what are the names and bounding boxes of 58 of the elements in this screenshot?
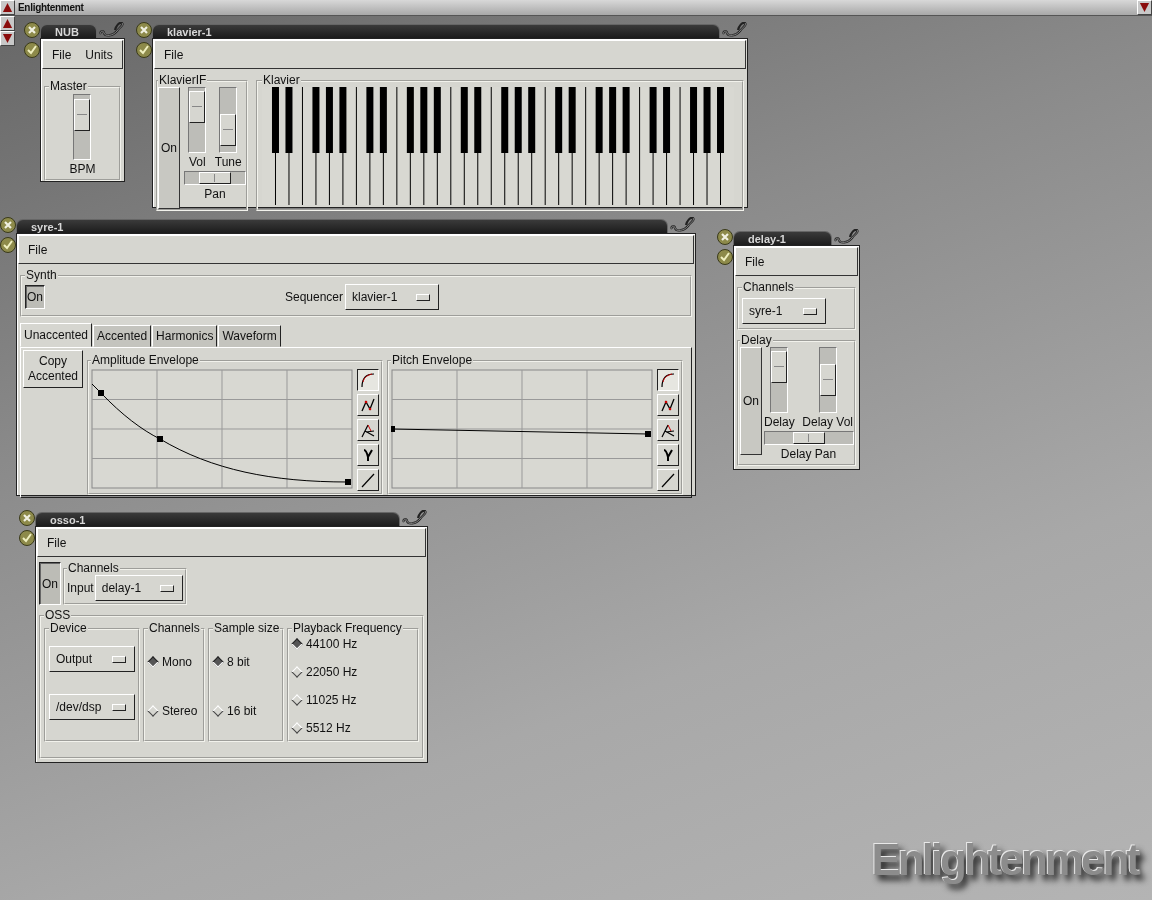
group-label: Master — [49, 80, 88, 93]
radio-option[interactable]: 44100 Hz — [292, 637, 414, 651]
window-title: NUB — [55, 25, 79, 38]
slider-label: Delay Vol — [802, 415, 853, 429]
sequencer-label: Sequencer — [284, 290, 343, 304]
menu-item[interactable]: File — [740, 252, 770, 271]
radio-option[interactable]: 22050 Hz — [292, 665, 414, 679]
group-label: Amplitude Envelope — [91, 354, 200, 367]
group-label: Synth — [25, 269, 58, 282]
group-label: KlavierIF — [158, 74, 208, 87]
group-label: Playback Frequency — [292, 622, 403, 635]
group-label: Channels — [67, 562, 120, 575]
group-label: Klavier — [262, 74, 301, 87]
group-label: Device — [49, 622, 88, 635]
slider-label: Delay — [764, 415, 795, 429]
dropdown-button[interactable]: klavier-1 — [345, 284, 439, 310]
window-title: syre-1 — [31, 220, 64, 233]
group-label: Sample size — [213, 622, 281, 635]
input-label: Input — [67, 581, 94, 595]
tab[interactable]: Unaccented — [20, 323, 93, 347]
desktop-logo: Enlightenment — [871, 838, 1138, 882]
menu-item[interactable]: File — [47, 45, 77, 64]
slider-label: Delay Pan — [779, 447, 838, 461]
top-bar-title: Enlightenment — [18, 2, 84, 13]
slider-label: Pan — [203, 187, 227, 201]
group-label: Delay — [740, 334, 773, 347]
on-toggle-button[interactable]: On — [39, 562, 61, 605]
dropdown-button[interactable]: Output — [49, 646, 135, 672]
tab[interactable]: Harmonics — [152, 325, 218, 347]
slider-label: Vol — [188, 155, 206, 169]
group-label: Pitch Envelope — [391, 354, 474, 367]
window-title: klavier-1 — [167, 25, 212, 38]
slider-label: Tune — [214, 155, 242, 169]
on-toggle-button[interactable]: On — [740, 347, 762, 455]
dropdown-button[interactable]: /dev/dsp — [49, 694, 135, 720]
radio-option[interactable]: 16 bit — [213, 703, 279, 718]
group-label: Channels — [148, 622, 201, 635]
on-toggle-button[interactable]: On — [25, 285, 45, 309]
slider-label: BPM — [69, 161, 96, 176]
tab[interactable]: Waveform — [218, 325, 281, 347]
copy-accented-button[interactable]: Copy Accented — [23, 350, 83, 388]
dropdown-button[interactable]: syre-1 — [742, 298, 826, 324]
menu-item[interactable]: File — [42, 533, 72, 552]
menu-item[interactable]: File — [23, 240, 53, 259]
dropdown-button[interactable]: delay-1 — [94, 575, 183, 601]
radio-option[interactable]: 8 bit — [213, 654, 279, 669]
menu-item[interactable]: Units — [80, 45, 118, 64]
radio-option[interactable]: Mono — [148, 654, 200, 669]
on-toggle-button[interactable]: On — [158, 87, 180, 209]
menu-item[interactable]: File — [159, 45, 189, 64]
tab[interactable]: Accented — [93, 325, 152, 347]
radio-option[interactable]: 11025 Hz — [292, 693, 414, 707]
group-label: OSS — [44, 609, 72, 622]
window-title: delay-1 — [748, 232, 786, 245]
group-label: Channels — [742, 281, 795, 294]
window-title: osso-1 — [50, 513, 86, 526]
radio-option[interactable]: 5512 Hz — [292, 721, 414, 735]
radio-option[interactable]: Stereo — [148, 703, 200, 718]
